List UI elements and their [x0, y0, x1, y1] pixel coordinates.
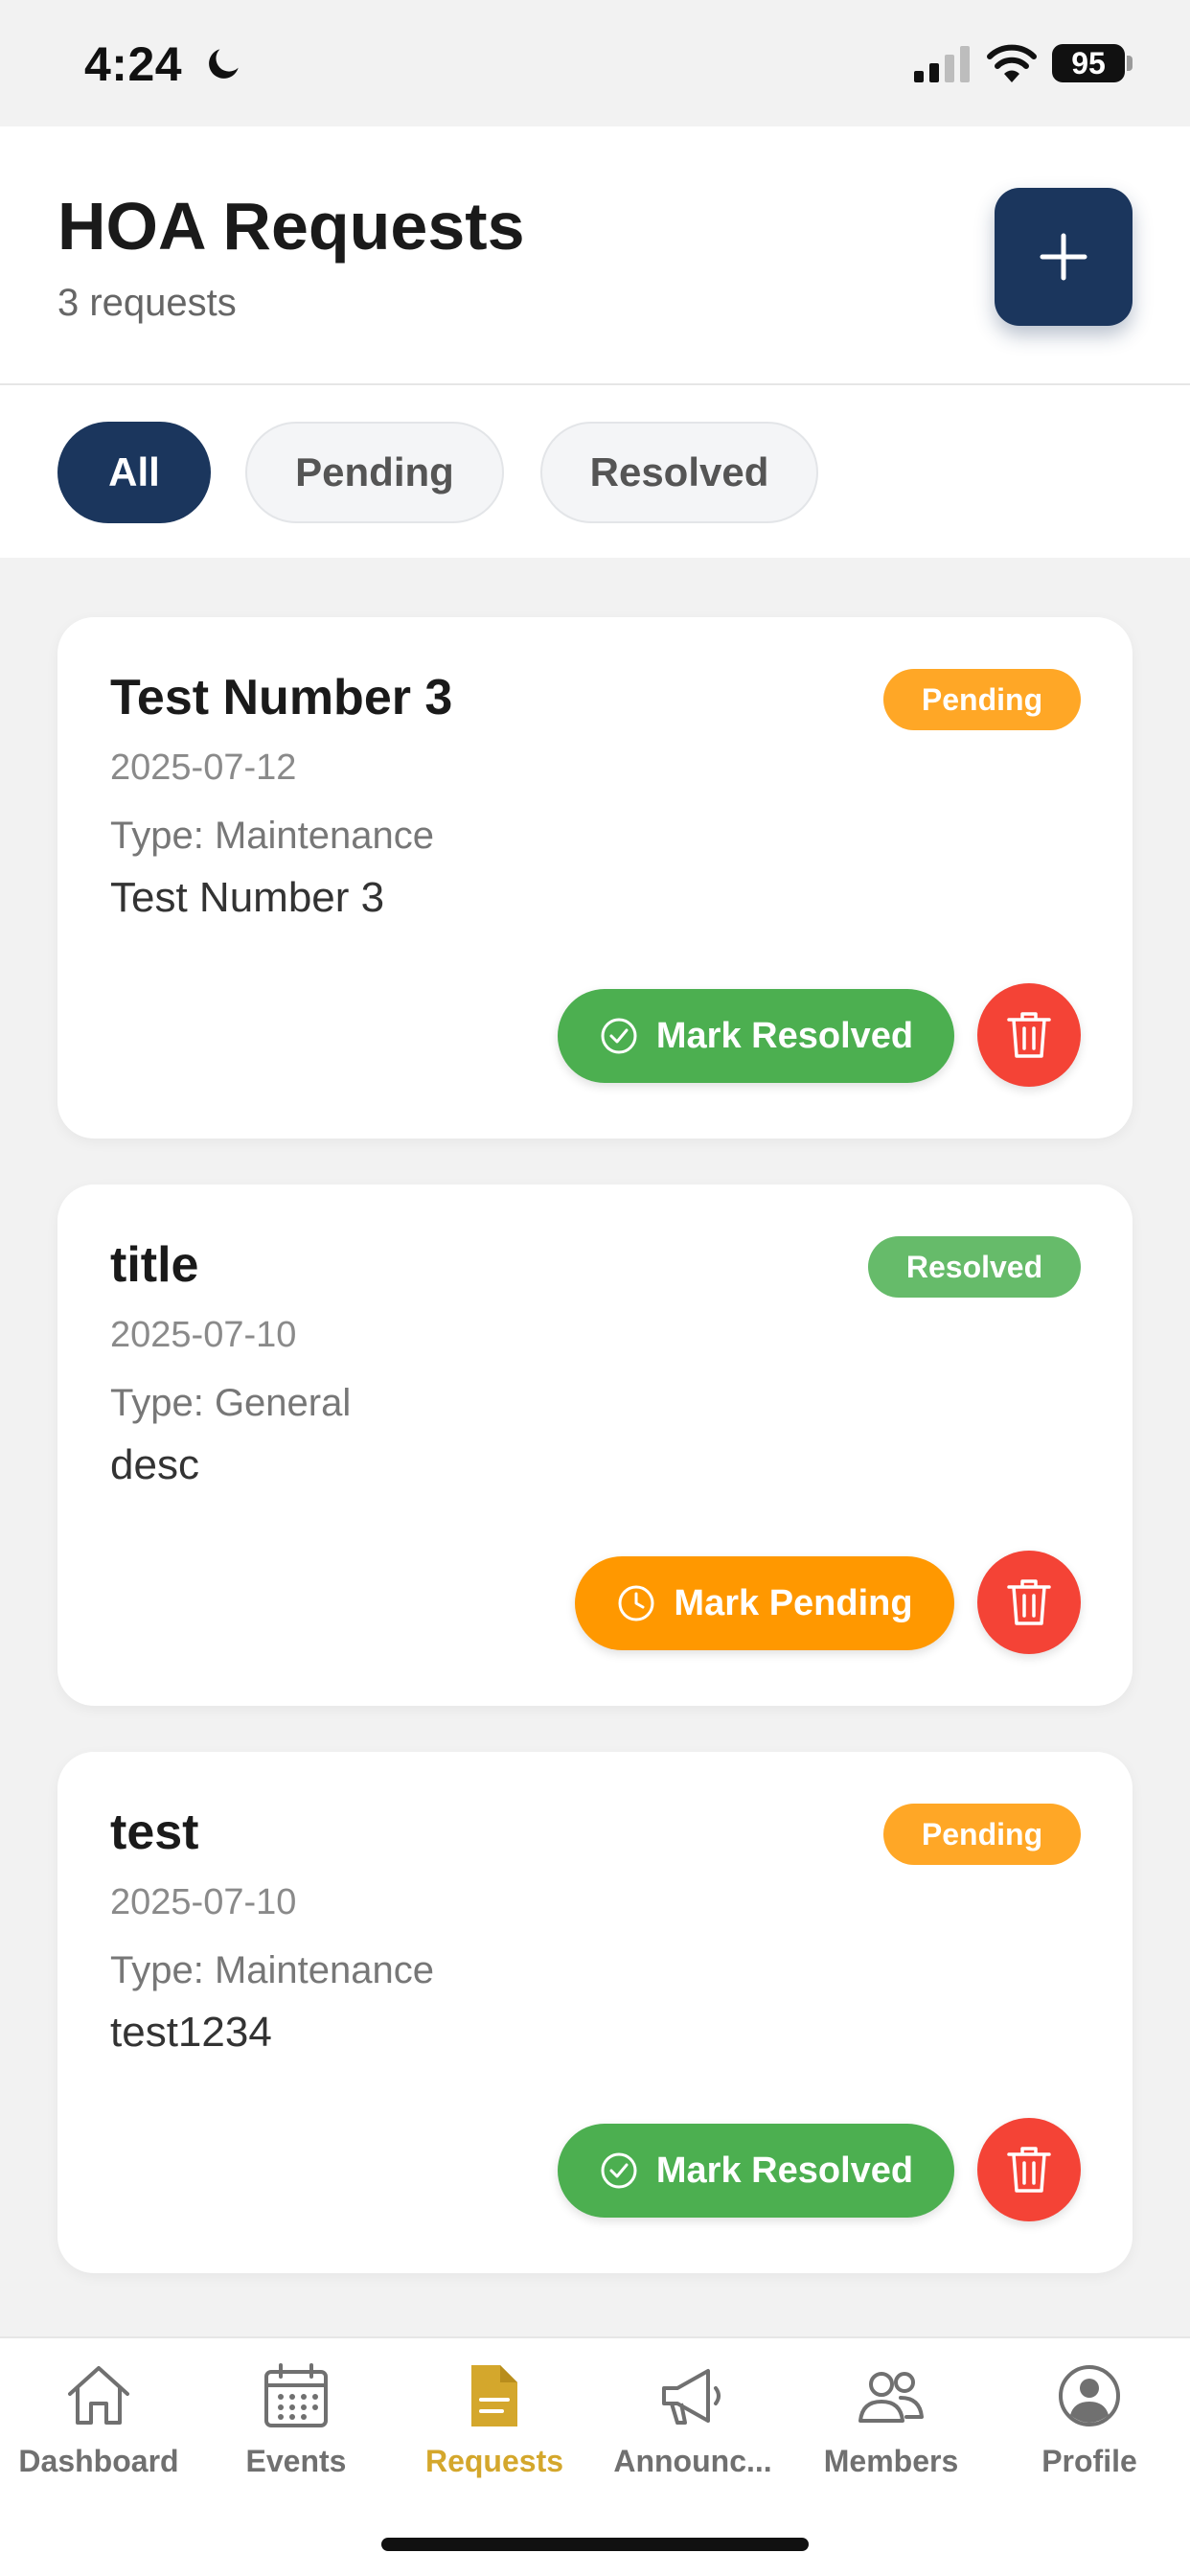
status-badge: Pending [883, 669, 1081, 730]
delete-button[interactable] [977, 983, 1081, 1087]
trash-icon [1007, 2147, 1051, 2193]
status-badge: Resolved [868, 1236, 1081, 1298]
request-count: 3 requests [57, 282, 237, 324]
add-request-button[interactable] [995, 188, 1133, 326]
nav-requests[interactable]: Requests [396, 2359, 593, 2494]
people-icon [858, 2372, 924, 2423]
request-card: title Resolved 2025-07-10 Type: General … [57, 1184, 1133, 1706]
battery-indicator: 95 [1052, 44, 1125, 82]
trash-icon [1007, 1579, 1051, 1625]
delete-button[interactable] [977, 1551, 1081, 1654]
check-circle-icon [601, 1018, 637, 1054]
request-type: Type: Maintenance [110, 815, 434, 857]
status-bar: 4:24 95 [0, 0, 1190, 126]
nav-label: Dashboard [18, 2444, 179, 2478]
status-time: 4:24 [84, 37, 183, 91]
filter-bar: All Pending Resolved [0, 385, 1190, 558]
profile-icon [1059, 2365, 1120, 2426]
filter-tab-pending[interactable]: Pending [245, 422, 504, 523]
home-icon [68, 2366, 129, 2425]
request-date: 2025-07-12 [110, 748, 297, 788]
nav-label: Events [245, 2444, 347, 2478]
calendar-icon [264, 2363, 328, 2427]
status-badge: Pending [883, 1804, 1081, 1865]
mark-resolved-label: Mark Resolved [655, 2150, 914, 2191]
page-title: HOA Requests [57, 189, 525, 264]
clock-icon [618, 1585, 654, 1622]
request-date: 2025-07-10 [110, 1882, 297, 1922]
nav-label: Announc... [613, 2444, 772, 2478]
nav-events[interactable]: Events [197, 2359, 395, 2494]
request-card: test Pending 2025-07-10 Type: Maintenanc… [57, 1752, 1133, 2273]
request-type: Type: Maintenance [110, 1949, 434, 1991]
mark-resolved-label: Mark Resolved [655, 1015, 914, 1056]
mark-resolved-button[interactable]: Mark Resolved [558, 989, 954, 1083]
home-indicator[interactable] [381, 2538, 809, 2551]
cellular-signal-icon [914, 46, 970, 82]
nav-announcements[interactable]: Announc... [594, 2359, 791, 2494]
nav-profile[interactable]: Profile [991, 2359, 1188, 2494]
document-icon [471, 2365, 517, 2426]
megaphone-icon [662, 2369, 721, 2425]
mark-pending-label: Mark Pending [674, 1582, 913, 1623]
nav-dashboard[interactable]: Dashboard [0, 2359, 197, 2494]
request-description: test1234 [110, 2009, 272, 2056]
request-title: Test Number 3 [110, 670, 453, 725]
filter-tab-resolved[interactable]: Resolved [540, 422, 818, 523]
filter-tab-all[interactable]: All [57, 422, 211, 523]
page-header: HOA Requests 3 requests [0, 126, 1190, 385]
wifi-icon [987, 44, 1037, 82]
delete-button[interactable] [977, 2118, 1081, 2221]
trash-icon [1007, 1012, 1051, 1058]
moon-icon [209, 49, 239, 79]
mark-resolved-button[interactable]: Mark Resolved [558, 2124, 954, 2218]
battery-level: 95 [1071, 45, 1106, 80]
nav-members[interactable]: Members [792, 2359, 990, 2494]
request-description: Test Number 3 [110, 874, 385, 921]
request-date: 2025-07-10 [110, 1315, 297, 1355]
nav-label: Members [823, 2444, 959, 2478]
request-title: title [110, 1237, 199, 1293]
request-type: Type: General [110, 1382, 352, 1424]
request-card: Test Number 3 Pending 2025-07-12 Type: M… [57, 617, 1133, 1138]
battery-tip [1127, 56, 1133, 71]
nav-label: Profile [1041, 2444, 1137, 2478]
plus-icon [1040, 233, 1087, 281]
check-circle-icon [601, 2152, 637, 2189]
mark-pending-button[interactable]: Mark Pending [575, 1556, 954, 1650]
request-description: desc [110, 1441, 199, 1488]
nav-label: Requests [424, 2444, 564, 2478]
request-title: test [110, 1805, 199, 1860]
